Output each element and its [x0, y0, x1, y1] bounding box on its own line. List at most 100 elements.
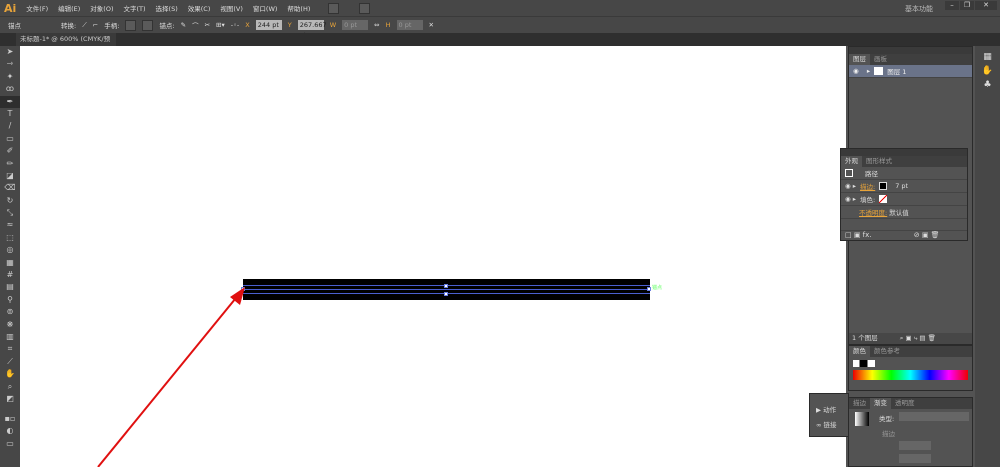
pencil-tool-icon[interactable]: ✏ [0, 158, 20, 170]
rotate-tool-icon[interactable]: ↻ [0, 195, 20, 207]
type-tool-icon[interactable]: T [0, 108, 20, 120]
opacity-value: 默认值 [889, 209, 909, 217]
draw-mode-icon[interactable]: ◐ [0, 425, 20, 437]
menu-type[interactable]: 文字(T) [124, 3, 146, 13]
eraser-tool-icon[interactable]: ⌫ [0, 182, 20, 194]
anchor-point[interactable] [444, 292, 448, 296]
document-tab[interactable]: 未标题-1* @ 600% (CMYK/预览) × [16, 33, 116, 56]
warp-tool-icon[interactable]: ≈ [0, 219, 20, 231]
menu-edit[interactable]: 编辑(E) [58, 3, 80, 13]
panel-dock: ▦ ✋ ♣ [975, 46, 1000, 467]
tab-gradient[interactable]: 渐变 [870, 398, 891, 409]
tools-panel: ➤ ⇾ ✦ ꝏ ✒ T / ▭ ✐ ✏ ◪ ⌫ ↻ ⤡ ≈ ⬚ ◎ ▦ # ▤ … [0, 46, 20, 467]
line-tool-icon[interactable]: / [0, 120, 20, 132]
actions-item[interactable]: ▶ 动作 [810, 404, 848, 414]
magic-wand-icon[interactable]: ✦ [0, 71, 20, 83]
restore-button[interactable]: ❐ [960, 1, 974, 10]
appearance-actions-icons[interactable]: □ ▣ fx. ⊘ ▣ 🗑 [841, 231, 967, 239]
direct-selection-tool-icon[interactable]: ⇾ [0, 58, 20, 70]
blend-tool-icon[interactable]: ⊚ [0, 306, 20, 318]
show-handles-icon[interactable] [125, 19, 137, 31]
zoom-tool-icon[interactable]: ⌕ [0, 381, 20, 393]
close-button[interactable]: ✕ [975, 1, 997, 10]
links-item[interactable]: ∞ 链接 [810, 419, 848, 429]
stroke-weight[interactable]: 7 pt [895, 182, 908, 190]
gradient-tool-icon[interactable]: ▤ [0, 281, 20, 293]
tab-graphic-styles[interactable]: 图形样式 [862, 156, 896, 167]
fill-row[interactable]: ◉ ▸ 填色: [841, 193, 967, 206]
ratio-field[interactable] [899, 454, 931, 463]
screen-mode-icon[interactable]: ▭ [0, 438, 20, 450]
tab-color[interactable]: 颜色 [849, 346, 870, 357]
menu-help[interactable]: 帮助(H) [287, 3, 310, 13]
tab-appearance[interactable]: 外观 [841, 156, 862, 167]
stroke-label[interactable]: 描边: [860, 181, 875, 191]
menu-file[interactable]: 文件(F) [26, 3, 48, 13]
tab-transparency[interactable]: 透明度 [891, 398, 919, 409]
shape-builder-icon[interactable]: ◎ [0, 244, 20, 256]
brush-tool-icon[interactable]: ✐ [0, 145, 20, 157]
bridge-icon[interactable] [328, 2, 340, 14]
convert-corner-icon[interactable]: ⟋ [82, 21, 87, 30]
gradient-type-select[interactable] [899, 412, 969, 421]
selection-tool-icon[interactable]: ➤ [0, 46, 20, 58]
anchor-point[interactable] [444, 284, 448, 288]
menu-view[interactable]: 视图(V) [220, 3, 243, 13]
rectangle-tool-icon[interactable]: ▭ [0, 133, 20, 145]
free-transform-icon[interactable]: ⬚ [0, 232, 20, 244]
artboard-tool-icon[interactable]: ⌗ [0, 343, 20, 355]
appearance-panel: 外观 图形样式 路径 ◉ ▸ 描边: 7 pt ◉ ▸ 填色: 不透明度: 默认值 … [840, 148, 968, 241]
connect-icon[interactable]: ⌒ [192, 20, 199, 30]
tab-color-guide[interactable]: 颜色参考 [870, 346, 904, 357]
visibility-icon[interactable]: ◉ [853, 67, 859, 75]
slice-tool-icon[interactable]: ⟋ [0, 356, 20, 368]
graph-tool-icon[interactable]: ▥ [0, 331, 20, 343]
minimize-button[interactable]: – [945, 1, 959, 10]
link-icon[interactable]: ⇔ [374, 21, 379, 29]
tab-layers[interactable]: 图层 [849, 54, 870, 65]
angle-field[interactable] [899, 441, 931, 450]
align-icon[interactable]: ⊞▾ [216, 21, 225, 29]
tab-stroke[interactable]: 描边 [849, 398, 870, 409]
workspace-switcher[interactable]: 基本功能 [905, 4, 933, 14]
width-field[interactable]: 0 pt [342, 20, 369, 30]
color-mode-icon[interactable]: ▪▫ [0, 413, 20, 425]
color-swatches[interactable] [853, 360, 875, 367]
opacity-label[interactable]: 不透明度: [859, 207, 887, 217]
symbol-sprayer-icon[interactable]: ❋ [0, 319, 20, 331]
swatches-icon[interactable]: ▦ [975, 52, 1000, 62]
layer-row[interactable]: ◉ ▸ 图层 1 [849, 65, 972, 78]
opacity-row[interactable]: 不透明度: 默认值 [841, 206, 967, 219]
brushes-icon[interactable]: ✋ [975, 66, 1000, 76]
transform-icon[interactable]: -◦- [231, 21, 240, 29]
layer-actions-icons[interactable]: ⌕ ▣ ⤷ ▤ 🗑 [900, 334, 936, 342]
color-spectrum[interactable] [853, 370, 968, 380]
remove-anchor-icon[interactable]: ✎ [181, 21, 186, 29]
convert-smooth-icon[interactable]: ⌐ [93, 21, 98, 29]
menu-select[interactable]: 选择(S) [156, 3, 178, 13]
anchor-point[interactable] [647, 287, 651, 291]
pen-tool-icon[interactable]: ✒ [0, 95, 20, 108]
scale-tool-icon[interactable]: ⤡ [0, 207, 20, 219]
menu-object[interactable]: 对象(O) [90, 3, 113, 13]
perspective-icon[interactable]: ▦ [0, 257, 20, 269]
tab-artboards[interactable]: 画板 [870, 54, 891, 65]
gradient-preview[interactable] [855, 412, 869, 426]
fill-stroke-icon[interactable]: ◩ [0, 393, 20, 413]
mesh-tool-icon[interactable]: # [0, 269, 20, 281]
arrange-documents-icon[interactable] [359, 2, 371, 14]
stroke-row[interactable]: ◉ ▸ 描边: 7 pt [841, 180, 967, 193]
hide-handles-icon[interactable] [142, 19, 154, 31]
height-field[interactable]: 0 pt [396, 20, 423, 30]
blob-brush-icon[interactable]: ◪ [0, 170, 20, 182]
lasso-icon[interactable]: ꝏ [0, 83, 20, 95]
x-field[interactable]: 244 pt [255, 20, 282, 30]
cut-path-icon[interactable]: ✂ [205, 21, 210, 29]
isolate-icon[interactable]: ✕ [429, 21, 434, 29]
eyedropper-icon[interactable]: ⚲ [0, 294, 20, 306]
menu-window[interactable]: 窗口(W) [253, 3, 278, 13]
hand-tool-icon[interactable]: ✋ [0, 368, 20, 380]
menu-effect[interactable]: 效果(C) [188, 3, 211, 13]
symbols-icon[interactable]: ♣ [975, 80, 1000, 90]
y-field[interactable]: 267.667 pt [297, 20, 327, 39]
